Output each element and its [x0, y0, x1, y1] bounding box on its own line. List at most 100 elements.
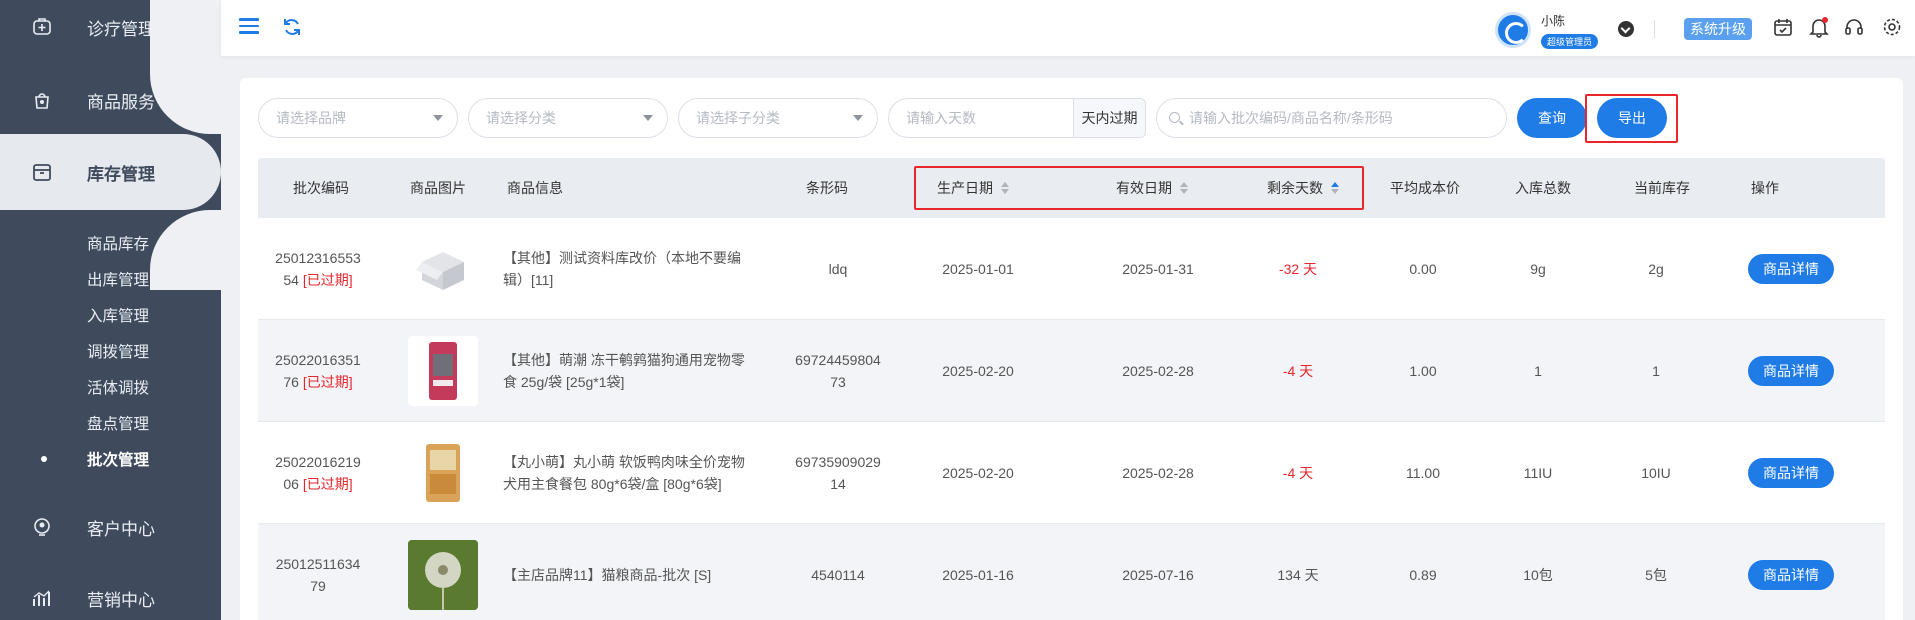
action-cell: 商品详情 [1748, 320, 1834, 422]
sidebar-subitem-transfer[interactable]: 调拨管理 [87, 340, 149, 362]
sidebar-subitem-stocktake[interactable]: 盘点管理 [87, 412, 149, 434]
batch-cell: 25022016219 06 [已过期] [258, 422, 378, 524]
image-cell [403, 524, 483, 620]
sidebar: 诊疗管理 商品服务 库存管理 商品库存 出库管理 入库管理 调拨管理 活体调拨 … [0, 0, 221, 620]
refresh-icon[interactable] [281, 16, 303, 38]
sidebar-item-label: 诊疗管理 [87, 19, 155, 39]
expiry-cell: 2025-02-28 [1122, 465, 1194, 481]
search-input[interactable]: 请输入批次编码/商品名称/条形码 [1156, 98, 1507, 138]
bell-icon[interactable] [1808, 16, 1830, 38]
sidebar-subitem-inbound[interactable]: 入库管理 [87, 304, 149, 326]
user-name: 小陈 [1541, 14, 1566, 28]
col-avg-cost: 平均成本价 [1390, 180, 1460, 196]
prod-date-cell: 2025-02-20 [942, 363, 1014, 379]
remaining-cell: -4 天 [1282, 363, 1314, 379]
sidebar-item-marketing[interactable]: 营销中心 [0, 563, 221, 620]
product-info: 【主店品牌11】猫粮商品-批次 [S] [503, 524, 773, 620]
batch-cell: 25012511634 79 [258, 524, 378, 620]
col-image: 商品图片 [410, 180, 466, 196]
subcategory-select-placeholder: 请选择子分类 [696, 110, 780, 126]
batch-code: 76 [283, 374, 299, 390]
action-cell: 商品详情 [1748, 218, 1834, 320]
subcategory-select[interactable]: 请选择子分类 [678, 98, 878, 138]
divider [1654, 20, 1655, 38]
product-info-line: 【丸小萌】丸小萌 软饭鸭肉味全价宠物 [503, 454, 745, 470]
sidebar-item-label: 库存管理 [87, 164, 155, 184]
action-cell: 商品详情 [1748, 422, 1834, 524]
product-info-line: 【其他】萌潮 冻干鹌鹑猫狗通用宠物零 [503, 352, 745, 368]
sidebar-curve [150, 210, 221, 290]
product-info-line: 犬用主食餐包 80g*6袋/盒 [80g*6袋] [503, 476, 722, 492]
sidebar-subitem-stock[interactable]: 商品库存 [87, 232, 149, 254]
col-batch: 批次编码 [293, 180, 349, 196]
chevron-down-icon[interactable] [1618, 21, 1634, 37]
product-info: 【其他】萌潮 冻干鹌鹑猫狗通用宠物零食 25g/袋 [25g*1袋] [503, 320, 773, 422]
category-select[interactable]: 请选择分类 [468, 98, 668, 138]
sidebar-item-customer[interactable]: 客户中心 [0, 492, 221, 562]
user-role-badge: 超级管理员 [1541, 34, 1599, 49]
sidebar-subitem-outbound[interactable]: 出库管理 [87, 268, 149, 290]
avg-cost-cell: 11.00 [1406, 465, 1440, 481]
sidebar-item-label: 营销中心 [87, 590, 155, 610]
settings-icon[interactable] [1881, 16, 1903, 38]
remaining-cell: -32 天 [1278, 261, 1318, 277]
col-info: 商品信息 [507, 180, 563, 196]
warehouse-box-icon [30, 160, 54, 184]
highlight-box-date-columns [914, 166, 1364, 210]
sidebar-item-label: 客户中心 [87, 519, 155, 539]
status-badge: [已过期] [302, 476, 353, 492]
in-total-cell: 9g [1530, 261, 1546, 277]
expire-days-input[interactable]: 请输入天数 天内过期 [888, 98, 1146, 138]
col-stock: 当前库存 [1634, 180, 1690, 196]
sidebar-item-inventory[interactable]: 库存管理 [0, 134, 221, 210]
sidebar-subitem-batch[interactable]: 批次管理 [87, 448, 149, 470]
batch-cell: 25012316553 54 [已过期] [258, 218, 378, 320]
col-in-total: 入库总数 [1515, 180, 1571, 196]
product-detail-button[interactable]: 商品详情 [1748, 458, 1834, 488]
batch-code: 06 [283, 476, 299, 492]
calendar-icon[interactable] [1772, 16, 1794, 38]
remaining-cell: -4 天 [1282, 465, 1314, 481]
product-detail-button[interactable]: 商品详情 [1748, 356, 1834, 386]
batch-code: 25012316553 [275, 250, 361, 266]
product-info: 【丸小萌】丸小萌 软饭鸭肉味全价宠物 犬用主食餐包 80g*6袋/盒 [80g*6… [503, 422, 773, 524]
highlight-box-export [1585, 94, 1678, 143]
stock-cell: 1 [1652, 363, 1660, 379]
barcode-cell: 69724459804 73 [778, 320, 898, 422]
batch-code: 25022016351 [275, 352, 361, 368]
caret-down-icon [643, 115, 653, 121]
upgrade-button[interactable]: 系统升级 [1684, 18, 1752, 40]
status-badge: [已过期] [302, 272, 353, 288]
product-detail-button[interactable]: 商品详情 [1748, 254, 1834, 284]
table-row: 25012316553 54 [已过期] 【其他】测试资料库改价（本地不要编 辑）[… [258, 218, 1885, 320]
avatar[interactable] [1495, 12, 1531, 48]
table-row: 25012511634 79 【主店品牌11】猫粮商品-批次 [S] 454011… [258, 524, 1885, 620]
headset-icon[interactable] [1843, 16, 1865, 38]
table-row: 25022016351 76 [已过期] 【其他】萌潮 冻干鹌鹑猫狗通用宠物零食 … [258, 320, 1885, 422]
in-total-cell: 10包 [1523, 567, 1553, 583]
expire-days-suffix: 天内过期 [1073, 99, 1145, 137]
expiry-cell: 2025-07-16 [1122, 567, 1194, 583]
query-button[interactable]: 查询 [1517, 98, 1587, 138]
image-cell [403, 320, 483, 422]
brand-select[interactable]: 请选择品牌 [258, 98, 458, 138]
barcode: 69724459804 [795, 352, 881, 368]
sidebar-item-label: 商品服务 [87, 92, 155, 112]
product-detail-button[interactable]: 商品详情 [1748, 560, 1834, 590]
image-cell [403, 218, 483, 320]
menu-toggle-icon[interactable] [239, 18, 259, 34]
prod-date-cell: 2025-01-01 [942, 261, 1014, 277]
product-image[interactable] [408, 336, 478, 406]
product-image[interactable] [408, 438, 478, 508]
in-total-cell: 1 [1534, 363, 1542, 379]
product-info-line: 【其他】测试资料库改价（本地不要编 [503, 250, 741, 266]
prod-date-cell: 2025-01-16 [942, 567, 1014, 583]
stock-cell: 5包 [1645, 567, 1667, 583]
sidebar-subitem-live-transfer[interactable]: 活体调拨 [87, 376, 149, 398]
product-image[interactable] [408, 234, 478, 304]
barcode: 4540114 [811, 567, 865, 583]
brand-select-placeholder: 请选择品牌 [276, 110, 346, 126]
action-cell: 商品详情 [1748, 524, 1834, 620]
product-image[interactable] [408, 540, 478, 610]
avg-cost-cell: 0.89 [1409, 567, 1437, 583]
